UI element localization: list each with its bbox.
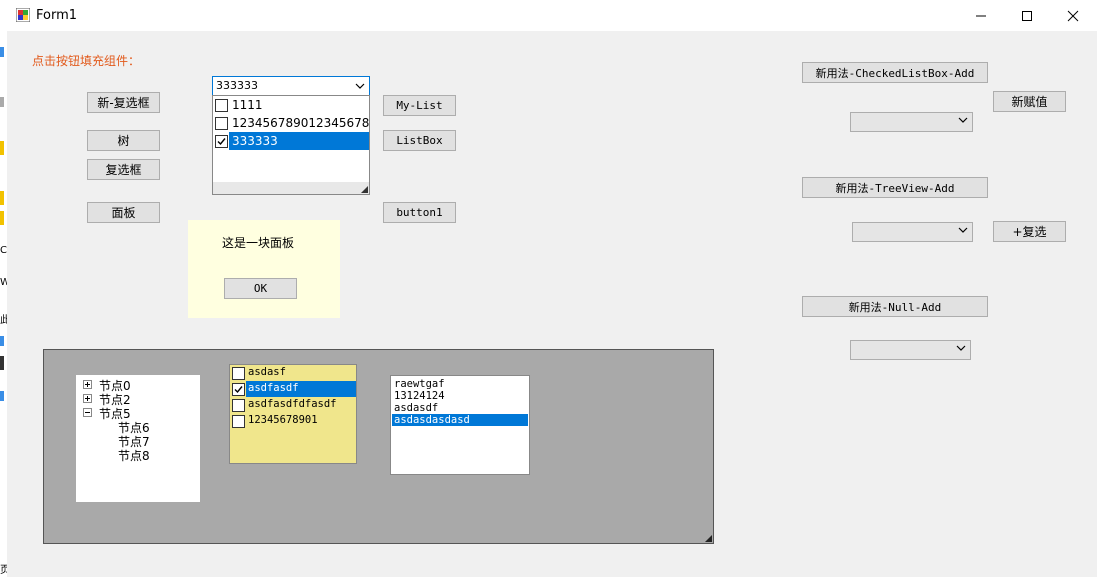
tree-button[interactable]: 树 bbox=[87, 130, 160, 151]
resize-grip-bar bbox=[213, 182, 369, 194]
new-checkbox-button[interactable]: 新-复选框 bbox=[87, 92, 160, 113]
checkbox-icon[interactable] bbox=[215, 99, 228, 112]
checked-list-item[interactable]: asdasf bbox=[230, 365, 356, 381]
strip-mark bbox=[0, 391, 4, 401]
strip-text: 此 bbox=[0, 315, 7, 326]
listbox-button[interactable]: ListBox bbox=[383, 130, 456, 151]
plus-checkbox-button[interactable]: +复选 bbox=[993, 221, 1066, 242]
checkbox-icon[interactable] bbox=[232, 367, 245, 380]
checked-list-item[interactable]: 12345678901 bbox=[230, 413, 356, 429]
minimize-icon bbox=[976, 15, 986, 16]
panel-text: 这是一块面板 bbox=[222, 236, 295, 250]
dropdown-item[interactable]: 333333 bbox=[213, 132, 369, 150]
fill-label: 点击按钮填充组件： bbox=[32, 54, 141, 68]
panel-button[interactable]: 面板 bbox=[87, 202, 160, 223]
tree-node-label[interactable]: 节点8 bbox=[118, 447, 150, 464]
checkbox-icon[interactable] bbox=[232, 399, 245, 412]
null-add-button[interactable]: 新用法-Null-Add bbox=[802, 296, 988, 317]
checkbox-button[interactable]: 复选框 bbox=[87, 159, 160, 180]
maximize-button[interactable] bbox=[1004, 0, 1050, 31]
combo-1[interactable] bbox=[850, 112, 973, 132]
checkmark-icon bbox=[234, 386, 243, 394]
checked-list-item-label: 12345678901 bbox=[248, 414, 318, 426]
background-window-strip: C W 此 页 bbox=[0, 31, 7, 586]
checked-list-item-label: asdfasdfdfasdf bbox=[248, 398, 337, 410]
checkbox-icon[interactable] bbox=[215, 117, 228, 130]
my-list-button[interactable]: My-List bbox=[383, 95, 456, 116]
app-icon bbox=[16, 8, 30, 22]
dropdown-item[interactable]: 12345678901234567890 bbox=[213, 114, 369, 132]
checkbox-icon[interactable] bbox=[232, 415, 245, 428]
list-item-selected[interactable]: asdasdasdasd bbox=[392, 414, 528, 426]
checked-list-item[interactable]: asdfasdfdfasdf bbox=[230, 397, 356, 413]
combo-3[interactable] bbox=[850, 340, 971, 360]
window-title: Form1 bbox=[36, 8, 78, 23]
close-icon bbox=[1067, 10, 1079, 21]
list-item-label: asdasdasdasd bbox=[394, 414, 470, 426]
checked-list-item-label: asdasf bbox=[248, 366, 286, 378]
window-frame bbox=[0, 577, 1104, 586]
checked-list-item[interactable]: asdfasdf bbox=[230, 381, 356, 397]
list-item[interactable]: 13124124 bbox=[394, 390, 445, 402]
collapse-minus-icon[interactable] bbox=[83, 408, 92, 417]
minimize-button[interactable] bbox=[958, 0, 1004, 31]
strip-mark bbox=[0, 336, 4, 346]
checked-combo[interactable]: 333333 bbox=[212, 76, 370, 96]
close-button[interactable] bbox=[1050, 0, 1096, 31]
window-frame bbox=[1097, 31, 1104, 586]
new-value-button[interactable]: 新赋值 bbox=[993, 91, 1066, 112]
checkbox-icon[interactable] bbox=[232, 383, 245, 396]
resize-grip-icon[interactable] bbox=[361, 186, 368, 193]
combo-dropdown-list: 1111 12345678901234567890 333333 bbox=[212, 95, 370, 195]
expand-plus-icon[interactable] bbox=[83, 380, 92, 389]
strip-mark bbox=[0, 356, 4, 370]
list-item[interactable]: asdasdf bbox=[394, 402, 438, 414]
dropdown-item-label: 12345678901234567890 bbox=[232, 116, 369, 130]
dropdown-item-label: 333333 bbox=[232, 134, 278, 148]
checkmark-icon bbox=[217, 138, 226, 146]
dropdown-item-label: 1111 bbox=[232, 98, 263, 112]
strip-mark bbox=[0, 141, 4, 155]
button1[interactable]: button1 bbox=[383, 202, 456, 223]
ok-button[interactable]: OK bbox=[224, 278, 297, 299]
dropdown-item[interactable]: 1111 bbox=[213, 96, 369, 114]
checkedlistbox-add-button[interactable]: 新用法-CheckedListBox-Add bbox=[802, 62, 988, 83]
treeview-add-button[interactable]: 新用法-TreeView-Add bbox=[802, 177, 988, 198]
strip-text: W bbox=[0, 277, 7, 288]
resize-grip-icon[interactable] bbox=[705, 535, 712, 542]
chevron-down-icon bbox=[958, 117, 968, 123]
checked-list-item-label: asdfasdf bbox=[248, 382, 299, 394]
combo-2[interactable] bbox=[852, 222, 973, 242]
checked-list-box[interactable]: asdasf asdfasdf asdfasdfdfasdf 123456789… bbox=[229, 364, 357, 464]
list-box[interactable]: raewtgaf 13124124 asdasdf asdasdasdasd bbox=[390, 375, 530, 475]
combo-value: 333333 bbox=[216, 79, 258, 92]
list-item[interactable]: raewtgaf bbox=[394, 378, 445, 390]
strip-mark bbox=[0, 97, 4, 107]
expand-plus-icon[interactable] bbox=[83, 394, 92, 403]
maximize-icon bbox=[1022, 10, 1032, 21]
checkbox-icon[interactable] bbox=[215, 135, 228, 148]
strip-mark bbox=[0, 191, 4, 205]
chevron-down-icon bbox=[355, 83, 365, 89]
tree-view[interactable]: 节点0 节点2 节点5 节点6 节点7 节点8 bbox=[76, 375, 200, 502]
strip-mark bbox=[0, 47, 4, 57]
strip-text: 页 bbox=[0, 565, 7, 576]
title-bar: Form1 bbox=[0, 0, 1104, 31]
gray-container-panel: 节点0 节点2 节点5 节点6 节点7 节点8 asdasf asdfasdf bbox=[43, 349, 714, 544]
strip-mark bbox=[0, 211, 4, 225]
strip-text: C bbox=[0, 245, 7, 256]
chevron-down-icon bbox=[956, 345, 966, 351]
chevron-down-icon bbox=[958, 227, 968, 233]
yellow-panel: 这是一块面板 OK bbox=[188, 220, 340, 318]
